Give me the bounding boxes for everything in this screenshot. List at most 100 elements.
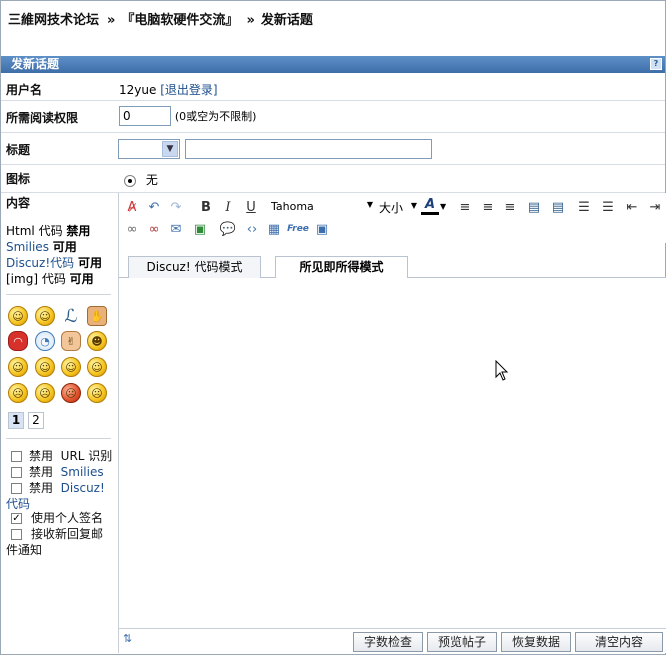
green-smiley-icon[interactable]: ☻ bbox=[87, 331, 107, 351]
smiley-icon[interactable]: ☺ bbox=[8, 306, 28, 326]
editor-textarea[interactable] bbox=[119, 278, 666, 628]
handshake-icon[interactable]: ✋ bbox=[87, 306, 107, 326]
word-count-button[interactable]: 字数检查 bbox=[353, 632, 423, 652]
smiley-icon[interactable]: ☺ bbox=[35, 306, 55, 326]
thread-type-select[interactable]: ▼ bbox=[118, 139, 180, 159]
smilies-page-1[interactable]: 1 bbox=[8, 412, 24, 429]
smile-icon[interactable]: ☺ bbox=[87, 357, 107, 377]
subject-input[interactable] bbox=[185, 139, 432, 159]
underline-icon[interactable]: U bbox=[242, 198, 260, 216]
preview-button[interactable]: 预览帖子 bbox=[427, 632, 497, 652]
outdent-icon[interactable]: ⇤ bbox=[623, 198, 641, 216]
undo-icon[interactable]: ↶ bbox=[145, 198, 163, 216]
use-signature-checkbox[interactable]: ✓ bbox=[11, 513, 22, 524]
font-value: Tahoma bbox=[271, 200, 314, 213]
logout-link[interactable]: [退出登录] bbox=[160, 83, 217, 97]
align-center-icon[interactable]: ≡ bbox=[479, 198, 497, 216]
email-icon[interactable]: ✉ bbox=[167, 220, 185, 238]
size-select[interactable]: 大小 ▼ bbox=[379, 199, 417, 216]
icon-none-radio[interactable] bbox=[124, 174, 136, 187]
readperm-row: 所需阅读权限 (0或空为不限制) bbox=[1, 101, 665, 133]
angry-smiley-icon[interactable]: ☹ bbox=[61, 383, 81, 403]
username-row: 用户名 12yue [退出登录] bbox=[1, 74, 665, 101]
image-icon[interactable]: ▣ bbox=[191, 220, 209, 238]
icon-row: 图标 无 bbox=[1, 165, 665, 193]
icon-none-text: 无 bbox=[145, 173, 158, 187]
divider bbox=[6, 294, 111, 295]
chevron-down-icon[interactable]: ▼ bbox=[440, 202, 446, 211]
breadcrumb-separator: » bbox=[246, 13, 255, 28]
breadcrumb-separator: » bbox=[107, 13, 116, 28]
font-color-icon[interactable]: A bbox=[421, 197, 439, 215]
clear-button[interactable]: 清空内容 bbox=[575, 632, 663, 652]
grin-smiley-icon[interactable]: ☺ bbox=[61, 357, 81, 377]
disable-url-checkbox[interactable] bbox=[11, 451, 22, 462]
redo-icon[interactable]: ↷ bbox=[167, 198, 185, 216]
table-icon[interactable]: ▦ bbox=[265, 220, 283, 238]
tab-wysiwyg[interactable]: 所见即所得模式 bbox=[275, 256, 408, 279]
use-signature-label: 使用个人签名 bbox=[31, 511, 104, 525]
bold-icon[interactable]: B bbox=[197, 198, 215, 216]
disable-smilies-checkbox[interactable] bbox=[11, 467, 22, 478]
ordered-list-icon[interactable]: ☰ bbox=[575, 198, 593, 216]
italic-icon[interactable]: I bbox=[219, 198, 237, 216]
username-label: 用户名 bbox=[6, 83, 43, 97]
resize-icon[interactable]: ⇅ bbox=[123, 632, 132, 645]
free-icon[interactable]: Free bbox=[287, 220, 309, 238]
chevron-down-icon[interactable]: ▼ bbox=[162, 141, 178, 157]
restore-button[interactable]: 恢复数据 bbox=[501, 632, 571, 652]
unordered-list-icon[interactable]: ☰ bbox=[599, 198, 617, 216]
chevron-down-icon: ▼ bbox=[410, 201, 417, 210]
remove-format-icon[interactable]: A̷ bbox=[123, 198, 141, 216]
breadcrumb-forum[interactable]: 『电脑软硬件交流』 bbox=[121, 9, 238, 28]
content-sidebar: 内容 Html 代码 禁用 Smilies 可用 Discuz!代码 可用 [i… bbox=[1, 193, 118, 653]
unlink-icon[interactable]: ∞ bbox=[145, 220, 163, 238]
breadcrumb-site[interactable]: 三維网技术论坛 bbox=[8, 9, 99, 28]
panel-titlebar: 发新话题 ? bbox=[1, 56, 665, 73]
editor-footer: ⇅ 字数检查 预览帖子 恢复数据 清空内容 bbox=[119, 628, 666, 653]
perm-smilies: Smilies 可用 bbox=[6, 240, 77, 254]
editor: A̷ ↶ ↷ B I U Tahoma ▼ 大小 ▼ A ▼ ≡ ≡ ≡ ▤ ▤… bbox=[118, 193, 666, 653]
tongue-smiley-icon[interactable]: ☺ bbox=[35, 357, 55, 377]
chevron-down-icon: ▼ bbox=[366, 200, 373, 209]
content-label: 内容 bbox=[6, 196, 31, 210]
sleepy-smiley-icon[interactable]: ☹ bbox=[35, 383, 55, 403]
mouse-cursor-icon bbox=[495, 360, 509, 381]
link-icon[interactable]: ∞ bbox=[123, 220, 141, 238]
surprised-smiley-icon[interactable]: ☹ bbox=[8, 383, 28, 403]
indent-icon[interactable]: ⇥ bbox=[646, 198, 664, 216]
peace-hand-icon[interactable]: ✌ bbox=[61, 331, 81, 351]
cry-smiley-icon[interactable]: ☹ bbox=[87, 383, 107, 403]
disable-smilies-label: 禁用 Smilies bbox=[29, 465, 104, 479]
email-notify-label: 接收新回复邮件通知 bbox=[6, 527, 104, 557]
disable-url-label: 禁用 URL 识别 bbox=[29, 449, 113, 463]
perm-discuz: Discuz!代码 可用 bbox=[6, 256, 102, 270]
username-value: 12yue bbox=[119, 83, 157, 97]
tab-discuz-code[interactable]: Discuz! 代码模式 bbox=[128, 256, 261, 278]
code-icon[interactable]: ‹› bbox=[243, 220, 261, 238]
disable-discuz-label: 禁用 Discuz!代码 bbox=[6, 481, 105, 511]
readperm-hint: (0或空为不限制) bbox=[174, 110, 257, 123]
clock-icon[interactable]: ◔ bbox=[35, 331, 55, 351]
breadcrumb-current: 发新话题 bbox=[260, 13, 313, 28]
panel-title: 发新话题 bbox=[11, 57, 60, 71]
kiss-smiley-icon[interactable]: ☺ bbox=[8, 357, 28, 377]
subject-row: 标题 ▼ bbox=[1, 133, 665, 165]
icon-label: 图标 bbox=[6, 172, 31, 186]
breadcrumb: 三維网技术论坛 » 『电脑软硬件交流』 » 发新话题 bbox=[1, 1, 665, 49]
phone-icon[interactable]: ℒ bbox=[61, 306, 81, 327]
float-right-icon[interactable]: ▤ bbox=[549, 198, 567, 216]
divider bbox=[6, 438, 111, 439]
editor-mode-tabs: Discuz! 代码模式 所见即所得模式 bbox=[119, 256, 666, 279]
align-left-icon[interactable]: ≡ bbox=[456, 198, 474, 216]
quote-icon[interactable]: 💬 bbox=[219, 220, 237, 238]
float-left-icon[interactable]: ▤ bbox=[525, 198, 543, 216]
smilies-page-2[interactable]: 2 bbox=[28, 412, 44, 429]
lips-icon[interactable]: ◠ bbox=[8, 331, 28, 351]
align-right-icon[interactable]: ≡ bbox=[501, 198, 519, 216]
media-icon[interactable]: ▣ bbox=[313, 220, 331, 238]
readperm-input[interactable] bbox=[119, 106, 171, 126]
perm-img: [img] 代码 可用 bbox=[6, 272, 94, 286]
help-icon[interactable]: ? bbox=[650, 58, 662, 70]
font-select[interactable]: Tahoma ▼ bbox=[271, 200, 373, 213]
